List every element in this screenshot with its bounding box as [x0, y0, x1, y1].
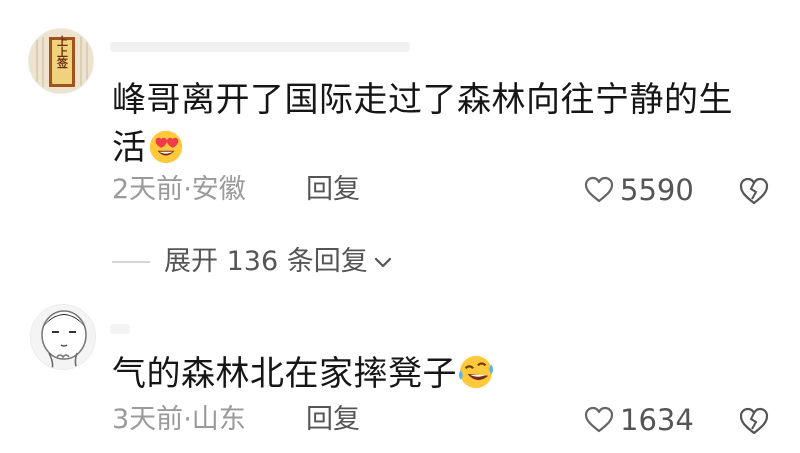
- heart-icon: [584, 176, 614, 203]
- like-count: 1634: [620, 403, 694, 437]
- comment-text: 峰哥离开了国际走过了森林向往宁静的生活: [112, 80, 733, 168]
- talisman-avatar-image: 上上签: [29, 29, 93, 93]
- username-placeholder[interactable]: [110, 42, 410, 52]
- dislike-icon[interactable]: [738, 175, 770, 207]
- avatar[interactable]: 上上签: [28, 28, 94, 94]
- comment-location: 安徽: [191, 174, 246, 205]
- sketch-face-avatar-image: [31, 305, 95, 369]
- heart-icon: [584, 406, 614, 433]
- comment-location: 山东: [191, 404, 246, 435]
- like-button[interactable]: 5590: [584, 174, 694, 206]
- laughing-crying-emoji: [458, 355, 494, 389]
- comment-text: 气的森林北在家摔凳子: [112, 350, 762, 398]
- comment-time: 2天前: [112, 174, 184, 205]
- avatar-label: 上上签: [56, 34, 70, 68]
- comment-time: 3天前: [112, 404, 184, 435]
- avatar[interactable]: [30, 304, 96, 370]
- chevron-down-icon: [374, 257, 391, 268]
- divider-line: [112, 261, 150, 263]
- expand-replies-button[interactable]: 展开 136 条回复: [112, 246, 394, 278]
- comment-meta: 2天前·安徽: [112, 174, 246, 206]
- meta-separator: ·: [183, 174, 192, 205]
- like-button[interactable]: 1634: [584, 404, 694, 436]
- heart-eyes-emoji: [149, 130, 182, 164]
- comment-meta: 3天前·山东: [112, 404, 246, 436]
- like-count: 5590: [620, 173, 694, 207]
- meta-separator: ·: [183, 404, 192, 435]
- reply-button[interactable]: 回复: [306, 404, 360, 436]
- comment-item: 上上签 峰哥离开了国际走过了森林向往宁静的生活 2天前·安徽 回复 5590: [0, 0, 800, 240]
- expand-replies-label: 展开 136 条回复: [164, 246, 368, 277]
- comment-item: 气的森林北在家摔凳子 3天前·山东 回复 1634: [0, 290, 800, 453]
- reply-button[interactable]: 回复: [306, 174, 360, 206]
- dislike-icon[interactable]: [738, 405, 770, 437]
- username-placeholder[interactable]: [110, 324, 130, 334]
